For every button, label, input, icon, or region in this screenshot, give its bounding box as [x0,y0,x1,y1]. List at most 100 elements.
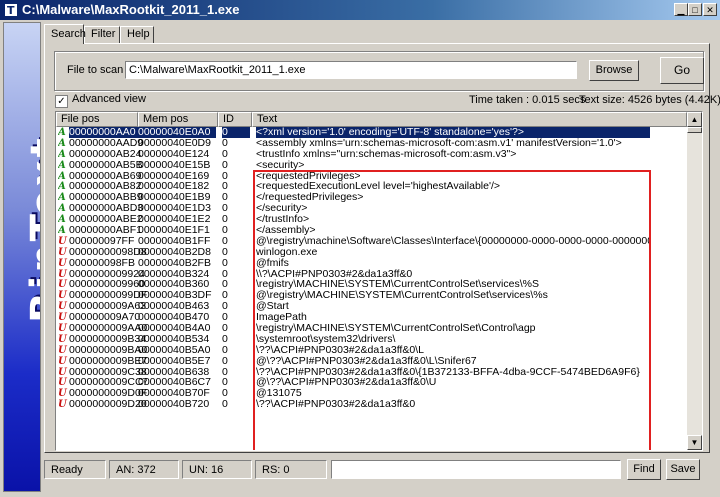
text-cell: <requestedExecutionLevel level='highestA… [256,181,501,193]
find-button[interactable]: Find [627,459,661,480]
table-row[interactable]: U 0000000009BA0 00000040B5A0 0 \??\ACPI#PNP0… [56,345,686,356]
table-row[interactable]: A 00000000ABD3 00000040E1D3 0 </security> [56,203,686,214]
table-row[interactable]: A 00000000AB5B 00000040E15B 0 <security> [56,160,686,171]
string-type-marker: A [58,203,66,215]
table-row[interactable]: A 00000000AAD9 00000040E0D9 0 <assembly xmln… [56,138,686,149]
id-cell: 0 [222,323,228,335]
id-cell: 0 [222,312,228,324]
string-type-marker: A [58,170,66,182]
browse-button[interactable]: Browse [589,60,639,81]
table-row[interactable]: A 00000000AB24 00000040E124 0 <trustInfo xml… [56,149,686,160]
minimize-icon: ▁ [677,5,685,15]
file-path-input[interactable] [125,61,577,79]
text-cell: <?xml version='1.0' encoding='UTF-8' sta… [256,127,650,138]
bintext-logo: BinText [23,135,41,323]
table-row[interactable]: A 00000000ABB9 00000040E1B9 0 </requestedPri… [56,192,686,203]
table-row[interactable]: U 0000000009924 00000040B324 0 \\?\ACPI#PNP0… [56,269,686,280]
advanced-view-checkbox[interactable]: ✓ [55,95,68,108]
table-row[interactable]: U 0000000009D0F 00000040B70F 0 @131075 [56,388,686,399]
scroll-up-icon: ▲ [690,115,699,124]
mem-pos-cell: 00000040E15B [138,159,211,171]
file-pos-cell: 00000000AB82 [69,181,142,193]
scroll-down-button[interactable]: ▼ [687,435,702,450]
id-cell: 0 [222,355,228,367]
string-type-marker: A [58,137,66,149]
advanced-view-option[interactable]: ✓ Advanced view [55,93,146,108]
scroll-up-button[interactable]: ▲ [687,112,702,127]
file-pos-cell: 00000000ABE2 [69,214,143,226]
text-cell: </assembly> [256,225,316,237]
string-type-marker: U [58,279,67,291]
id-cell: 0 [222,257,228,269]
file-pos-cell: 0000000009AA0 [69,323,147,335]
vertical-scrollbar[interactable]: ▲ ▼ [687,112,702,450]
string-type-marker: A [58,214,66,226]
tab-search[interactable]: Search [44,24,86,44]
table-row[interactable]: U 0000000009B34 00000040B534 0 \systemroot\s… [56,334,686,345]
file-pos-cell: 00000000ABF1 [69,225,142,237]
mem-pos-cell: 00000040B1FF [138,235,211,247]
table-row[interactable]: A 00000000AA0 00000040E0A0 0 <?xml version='… [56,127,686,138]
table-row[interactable]: U 0000000009C38 00000040B638 0 \??\ACPI#PNP0… [56,367,686,378]
status-an-count: AN: 372 [109,460,179,479]
find-input[interactable] [331,460,621,479]
file-pos-cell: 00000000AA0 [69,127,147,138]
text-cell: ImagePath [256,312,307,324]
mem-pos-cell: 00000040E169 [138,170,210,182]
advanced-view-label: Advanced view [72,93,146,105]
go-button[interactable]: Go [660,57,704,84]
table-row[interactable]: A 00000000AB69 00000040E169 0 <requestedPriv… [56,171,686,182]
table-row[interactable]: U 0000000009960 00000040B360 0 \registry\MAC… [56,279,686,290]
table-row[interactable]: U 0000000009AA0 00000040B4A0 0 \registry\MAC… [56,323,686,334]
tab-help[interactable]: Help [120,26,154,43]
mem-pos-cell: 00000040E124 [138,148,210,160]
text-cell: \??\ACPI#PNP0303#2&da1a3ff&0\{1B372133-B… [256,366,640,378]
column-header-id[interactable]: ID [218,112,252,127]
file-pos-cell: 0000000009D0F [69,388,147,400]
mem-pos-cell: 00000040B5E7 [138,355,211,367]
mem-pos-cell: 00000040B463 [138,301,210,313]
scroll-thumb[interactable] [687,127,702,133]
table-row[interactable]: U 0000000009A63 00000040B463 0 @Start [56,301,686,312]
string-type-marker: A [58,148,66,160]
table-row[interactable]: U 000000098FB 00000040B2FB 0 @fmifs [56,258,686,269]
mem-pos-cell: 00000040B324 [138,268,210,280]
close-button[interactable]: ✕ [703,3,717,16]
title-bar[interactable]: T C:\Malware\MaxRootkit_2011_1.exe ▁ □ ✕ [0,0,720,20]
file-pos-cell: 0000000009BA0 [69,344,147,356]
column-header-mem-pos[interactable]: Mem pos [138,112,218,127]
column-header-text[interactable]: Text [252,112,687,127]
id-cell: 0 [222,377,228,389]
file-pos-cell: 00000000AB69 [69,170,142,182]
string-type-marker: U [58,388,67,400]
string-type-marker: A [58,127,66,138]
table-row[interactable]: A 00000000ABE2 00000040E1E2 0 </trustInfo> [56,214,686,225]
table-row[interactable]: U 0000000009CC7 00000040B6C7 0 @\??\ACPI#PNP… [56,377,686,388]
column-header-file-pos[interactable]: File pos [56,112,138,127]
text-cell: \\?\ACPI#PNP0303#2&da1a3ff&0 [256,268,413,280]
table-row[interactable]: U 00000000099DF 00000040B3DF 0 @\registry\MA… [56,290,686,301]
table-row[interactable]: U 00000000098D8 00000040B2D8 0 winlogon.exe [56,247,686,258]
mem-pos-cell: 00000040B534 [138,333,210,345]
text-cell: @\registry\machine\Software\Classes\Inte… [256,235,650,247]
maximize-button[interactable]: □ [688,3,702,16]
table-row[interactable]: U 0000000009D20 00000040B720 0 \??\ACPI#PNP0… [56,399,686,410]
table-row[interactable]: U 0000000009BE7 00000040B5E7 0 @\??\ACPI#PNP… [56,356,686,367]
id-cell: 0 [222,290,228,302]
save-button[interactable]: Save [666,459,700,480]
table-row[interactable]: A 00000000ABF1 00000040E1F1 0 </assembly> [56,225,686,236]
file-pos-cell: 0000000009BE7 [69,355,147,367]
mem-pos-cell: 00000040B5A0 [138,344,211,356]
tab-filter[interactable]: Filter [84,26,120,43]
text-cell: \registry\MACHINE\SYSTEM\CurrentControlS… [256,279,539,291]
status-bar: Ready AN: 372 UN: 16 RS: 0 Find Save [44,458,710,482]
string-type-marker: U [58,399,67,411]
id-cell: 0 [222,137,228,149]
text-cell: winlogon.exe [256,246,318,258]
table-row[interactable]: A 00000000AB82 00000040E182 0 <requestedExec… [56,181,686,192]
id-cell: 0 [222,214,228,226]
table-row[interactable]: U 000000097FF 00000040B1FF 0 @\registry\mach… [56,236,686,247]
minimize-button[interactable]: ▁ [674,3,688,16]
table-row[interactable]: U 000000009A70 00000040B470 0 ImagePath [56,312,686,323]
strings-list[interactable]: File pos Mem pos ID Text A 00000000AA0 000… [55,111,703,451]
